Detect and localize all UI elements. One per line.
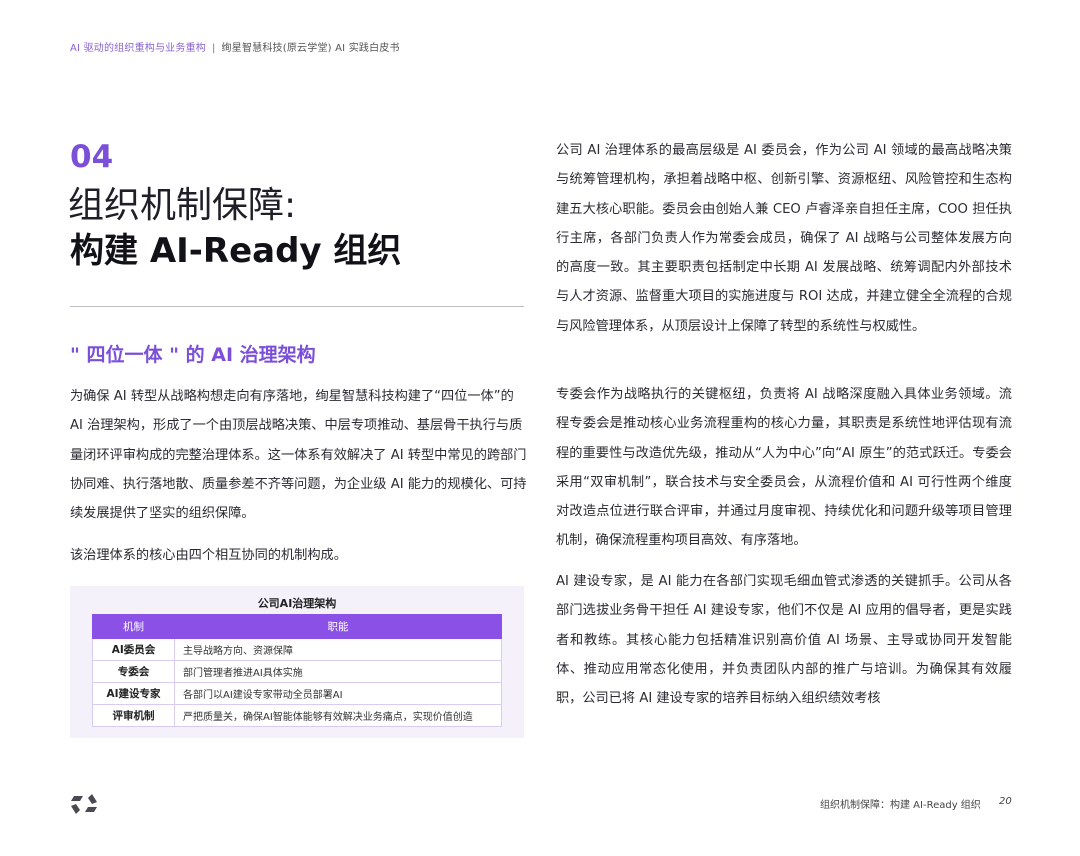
function-cell: 部门管理者推进AI具体实施	[174, 660, 502, 683]
column-header-function: 职能	[174, 614, 502, 639]
mechanism-cell: AI委员会	[92, 638, 175, 661]
left-paragraph-intro: 为确保 AI 转型从战略构想走向有序落地，绚星智慧科技构建了“四位一体”的 AI…	[70, 389, 527, 522]
mechanism-cell: 评审机制	[92, 704, 175, 727]
brand-logo-icon	[71, 794, 97, 814]
table-row: AI委员会 主导战略方向、资源保障	[92, 638, 502, 661]
column-header-mechanism: 机制	[92, 614, 175, 639]
title-divider	[70, 306, 524, 307]
mechanism-cell: 专委会	[92, 660, 175, 683]
governance-table-panel: 公司AI治理架构 机制 职能 AI委员会 主导战略方向、资源保障 专委会 部门管…	[70, 586, 524, 738]
table-caption: 公司AI治理架构	[257, 597, 337, 610]
left-paragraph-core: 该治理体系的核心由四个相互协同的机制构成。	[70, 548, 347, 563]
governance-table: 机制 职能 AI委员会 主导战略方向、资源保障 专委会 部门管理者推进AI具体实…	[92, 614, 502, 727]
right-paragraph-special-committee: 专委会作为战略执行的关键枢纽，负责将 AI 战略深度融入具体业务领域。流程专委会…	[556, 387, 1012, 549]
table-row: 评审机制 严把质量关，确保AI智能体能够有效解决业务痛点，实现价值创造	[92, 704, 502, 727]
breadcrumb-primary: AI 驱动的组织重构与业务重构	[70, 43, 206, 54]
function-cell: 各部门以AI建设专家带动全员部署AI	[174, 682, 502, 705]
table-header-row: 机制 职能	[92, 614, 502, 639]
table-row: 专委会 部门管理者推进AI具体实施	[92, 660, 502, 683]
function-cell: 主导战略方向、资源保障	[174, 638, 502, 661]
section-heading: " 四位一体 " 的 AI 治理架构	[70, 344, 316, 366]
breadcrumb-separator: |	[211, 43, 216, 54]
right-paragraph-ai-experts: AI 建设专家，是 AI 能力在各部门实现毛细血管式渗透的关键抓手。公司从各部门…	[556, 574, 1012, 707]
breadcrumb-secondary: 绚星智慧科技(原云学堂) AI 实践白皮书	[221, 43, 400, 54]
right-paragraph-ai-committee: 公司 AI 治理体系的最高层级是 AI 委员会，作为公司 AI 领域的最高战略决…	[556, 143, 1012, 334]
function-cell: 严把质量关，确保AI智能体能够有效解决业务痛点，实现价值创造	[174, 704, 502, 727]
chapter-number: 04	[70, 139, 114, 175]
table-row: AI建设专家 各部门以AI建设专家带动全员部署AI	[92, 682, 502, 705]
chapter-title-line2: 构建 AI-Ready 组织	[70, 231, 402, 271]
page-number: 20	[999, 796, 1012, 807]
mechanism-cell: AI建设专家	[92, 682, 175, 705]
running-header: AI 驱动的组织重构与业务重构 | 绚星智慧科技(原云学堂) AI 实践白皮书	[70, 39, 400, 54]
footer-title: 组织机制保障：构建 AI-Ready 组织	[820, 800, 981, 811]
chapter-title-line1: 组织机制保障:	[68, 185, 297, 226]
